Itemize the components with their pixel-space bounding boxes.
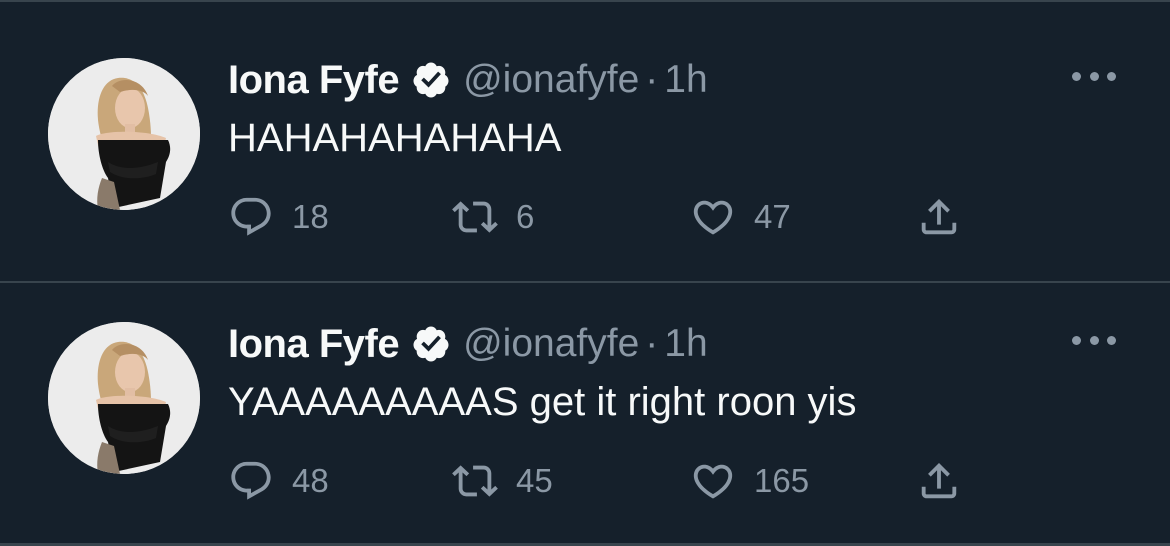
tweet-actions: 18 6 47	[228, 192, 988, 242]
share-icon	[916, 458, 962, 504]
retweet-button[interactable]: 45	[452, 456, 553, 506]
author-handle[interactable]: @ionafyfe	[463, 322, 639, 366]
retweet-count: 6	[516, 198, 535, 235]
share-button[interactable]	[916, 456, 962, 506]
share-icon	[916, 194, 962, 240]
reply-button[interactable]: 18	[228, 192, 329, 242]
author-name[interactable]: Iona Fyfe	[228, 322, 400, 367]
like-button[interactable]: 47	[690, 192, 791, 242]
author-handle[interactable]: @ionafyfe	[463, 58, 639, 102]
tweet-header: Iona Fyfe @ionafyfe · 1h	[228, 52, 708, 108]
reply-icon	[228, 194, 274, 240]
reply-count: 18	[292, 198, 329, 235]
reply-button[interactable]: 48	[228, 456, 329, 506]
reply-count: 48	[292, 462, 329, 499]
retweet-count: 45	[516, 462, 553, 499]
more-options-icon[interactable]	[1072, 330, 1116, 350]
retweet-icon	[452, 194, 498, 240]
author-name[interactable]: Iona Fyfe	[228, 58, 400, 103]
tweet-text: HAHAHAHAHAHA	[228, 116, 562, 160]
separator: ·	[645, 58, 659, 101]
avatar[interactable]	[48, 322, 200, 474]
timestamp[interactable]: 1h	[664, 58, 707, 102]
tweet-header: Iona Fyfe @ionafyfe · 1h	[228, 316, 708, 372]
heart-icon	[690, 458, 736, 504]
retweet-button[interactable]: 6	[452, 192, 534, 242]
tweet-actions: 48 45 165	[228, 456, 988, 506]
timestamp[interactable]: 1h	[664, 322, 707, 366]
tweet[interactable]: Iona Fyfe @ionafyfe · 1h HAHAHAHAHAHA 18…	[0, 2, 1170, 282]
like-count: 47	[754, 198, 791, 235]
tweet[interactable]: Iona Fyfe @ionafyfe · 1h YAAAAAAAAAS get…	[0, 266, 1170, 546]
retweet-icon	[452, 458, 498, 504]
heart-icon	[690, 194, 736, 240]
verified-badge-icon	[411, 60, 451, 100]
tweet-text: YAAAAAAAAAS get it right roon yis	[228, 380, 857, 424]
avatar[interactable]	[48, 58, 200, 210]
like-button[interactable]: 165	[690, 456, 809, 506]
more-options-icon[interactable]	[1072, 66, 1116, 86]
verified-badge-icon	[411, 324, 451, 364]
like-count: 165	[754, 462, 810, 499]
share-button[interactable]	[916, 192, 962, 242]
separator: ·	[645, 322, 659, 365]
reply-icon	[228, 458, 274, 504]
